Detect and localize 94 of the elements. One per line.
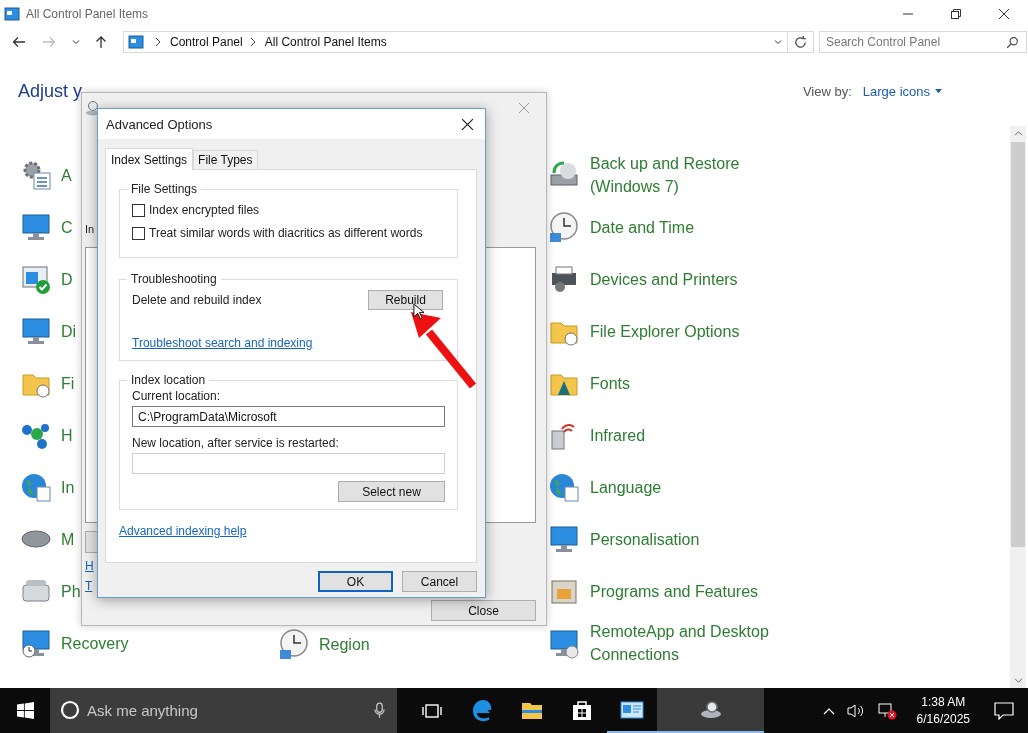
field-label: New location, after service is restarted: bbox=[132, 436, 340, 450]
close-button[interactable]: Close bbox=[431, 600, 536, 621]
tab[interactable]: File Types bbox=[193, 150, 258, 169]
refresh-icon bbox=[793, 34, 808, 50]
globe-icon bbox=[548, 471, 580, 503]
network-icon[interactable] bbox=[876, 701, 897, 720]
checkbox-label[interactable]: Index encrypted files bbox=[149, 203, 260, 217]
group-title: Troubleshooting bbox=[130, 272, 218, 286]
settings-item-label[interactable]: C bbox=[61, 215, 73, 239]
settings-item-label[interactable]: Ph bbox=[61, 579, 81, 603]
settings-item-label[interactable]: Recovery bbox=[61, 631, 129, 655]
settings-item-label[interactable]: Fonts bbox=[590, 371, 630, 395]
settings-item-label[interactable]: Di bbox=[61, 319, 77, 343]
current-location-field[interactable]: C:\ProgramData\Microsoft bbox=[132, 406, 445, 427]
window-check-icon bbox=[20, 263, 52, 295]
clock-date[interactable]: 6/16/2025 bbox=[916, 710, 970, 728]
tab[interactable]: Index Settings bbox=[105, 148, 194, 170]
dialog-button[interactable]: OK bbox=[318, 571, 393, 592]
monitor-icon bbox=[20, 315, 52, 347]
field-label: Current location: bbox=[132, 389, 222, 403]
monitor-icon bbox=[548, 627, 580, 659]
settings-item-label[interactable]: RemoteApp and Desktop Connections bbox=[590, 620, 780, 666]
select-new-button[interactable]: Select new bbox=[338, 481, 445, 502]
settings-item-label[interactable]: A bbox=[61, 163, 72, 187]
window-title: All Control Panel Items bbox=[26, 7, 149, 21]
group-title: File Settings bbox=[130, 182, 199, 196]
settings-item-label[interactable]: Programs and Features bbox=[590, 579, 759, 603]
back-icon[interactable] bbox=[11, 34, 27, 50]
view-dropdown[interactable]: Large icons bbox=[862, 84, 942, 99]
chevron-down-icon[interactable] bbox=[773, 37, 783, 47]
description-text: Delete and rebuild index bbox=[132, 293, 262, 307]
scrollbar[interactable] bbox=[1010, 126, 1026, 688]
notification-icon[interactable] bbox=[994, 701, 1014, 720]
monitor-icon bbox=[548, 523, 580, 555]
settings-item-label[interactable]: In bbox=[61, 475, 75, 499]
mouse-cursor-icon bbox=[413, 303, 424, 320]
windows-logo-icon bbox=[16, 702, 34, 719]
settings-item-label[interactable]: File Explorer Options bbox=[590, 319, 740, 343]
browser-icon bbox=[470, 697, 494, 722]
settings-item-label[interactable]: Infrared bbox=[590, 423, 646, 447]
dialog-button[interactable]: Cancel bbox=[402, 571, 477, 592]
checkbox-label[interactable]: Treat similar words with diacritics as different words bbox=[149, 226, 423, 240]
monitor-icon bbox=[20, 211, 52, 243]
close-icon[interactable] bbox=[461, 117, 474, 131]
task-view-icon bbox=[422, 702, 442, 719]
window-icon bbox=[4, 6, 20, 22]
help-link[interactable]: Advanced indexing help bbox=[119, 524, 247, 538]
settings-item-label[interactable]: M bbox=[61, 527, 75, 551]
new-location-field[interactable] bbox=[132, 453, 445, 474]
window-icon bbox=[128, 34, 144, 50]
help-link[interactable]: H bbox=[85, 559, 94, 573]
address-bar[interactable]: Control Panel All Control Panel Items bbox=[123, 31, 788, 53]
rebuild-button[interactable]: Rebuild bbox=[368, 290, 443, 310]
settings-item-label[interactable]: Back up and Restore (Windows 7) bbox=[590, 152, 780, 198]
globe-icon bbox=[20, 471, 52, 503]
troubleshoot-link[interactable]: Troubleshoot search and indexing bbox=[132, 336, 313, 350]
refresh-button[interactable] bbox=[788, 31, 814, 53]
speaker-icon[interactable] bbox=[846, 702, 865, 719]
scroll-up-icon[interactable] bbox=[1013, 130, 1023, 137]
clock-time[interactable]: 1:38 AM bbox=[921, 693, 966, 711]
chevron-up-icon[interactable] bbox=[822, 706, 835, 715]
restore-icon bbox=[950, 8, 962, 20]
search-field[interactable]: Search Control Panel bbox=[819, 31, 1027, 53]
settings-item-label[interactable]: Language bbox=[590, 475, 662, 499]
checkbox[interactable] bbox=[132, 203, 145, 217]
clock-icon bbox=[548, 211, 580, 243]
settings-item-label[interactable]: D bbox=[61, 267, 73, 291]
clock-icon bbox=[278, 628, 310, 660]
circle-icon bbox=[60, 700, 80, 720]
chevron-right-icon[interactable] bbox=[154, 37, 162, 47]
close-icon bbox=[998, 8, 1010, 20]
dialog-title: Advanced Options bbox=[106, 116, 213, 132]
settings-item-label[interactable]: Fi bbox=[61, 371, 75, 395]
settings-item-label[interactable]: H bbox=[61, 423, 73, 447]
taskbar-search-field[interactable]: Ask me anything bbox=[50, 688, 397, 733]
caret-down-icon bbox=[935, 89, 942, 94]
chevron-right-icon[interactable] bbox=[248, 37, 257, 47]
settings-item-label[interactable]: Region bbox=[319, 632, 370, 656]
group-title: Index location bbox=[130, 373, 207, 387]
view-by-label: View by: bbox=[802, 84, 852, 99]
label-text: In bbox=[85, 223, 95, 235]
help-link[interactable]: T bbox=[85, 579, 93, 593]
breadcrumb-item[interactable]: Control Panel bbox=[170, 35, 243, 49]
microphone-icon[interactable] bbox=[374, 702, 385, 719]
checkbox[interactable] bbox=[132, 226, 145, 240]
chevron-down-icon[interactable] bbox=[71, 37, 81, 47]
settings-item-label[interactable]: Date and Time bbox=[590, 215, 695, 239]
scroll-down-icon[interactable] bbox=[1013, 677, 1023, 684]
search-icon bbox=[1006, 36, 1019, 49]
settings-item-label[interactable]: Devices and Printers bbox=[590, 267, 738, 291]
breadcrumb-item[interactable]: All Control Panel Items bbox=[264, 35, 387, 49]
settings-item-label[interactable]: Personalisation bbox=[590, 527, 700, 551]
monitor-clock-icon bbox=[20, 627, 52, 659]
page-heading: Adjust y bbox=[18, 81, 83, 102]
